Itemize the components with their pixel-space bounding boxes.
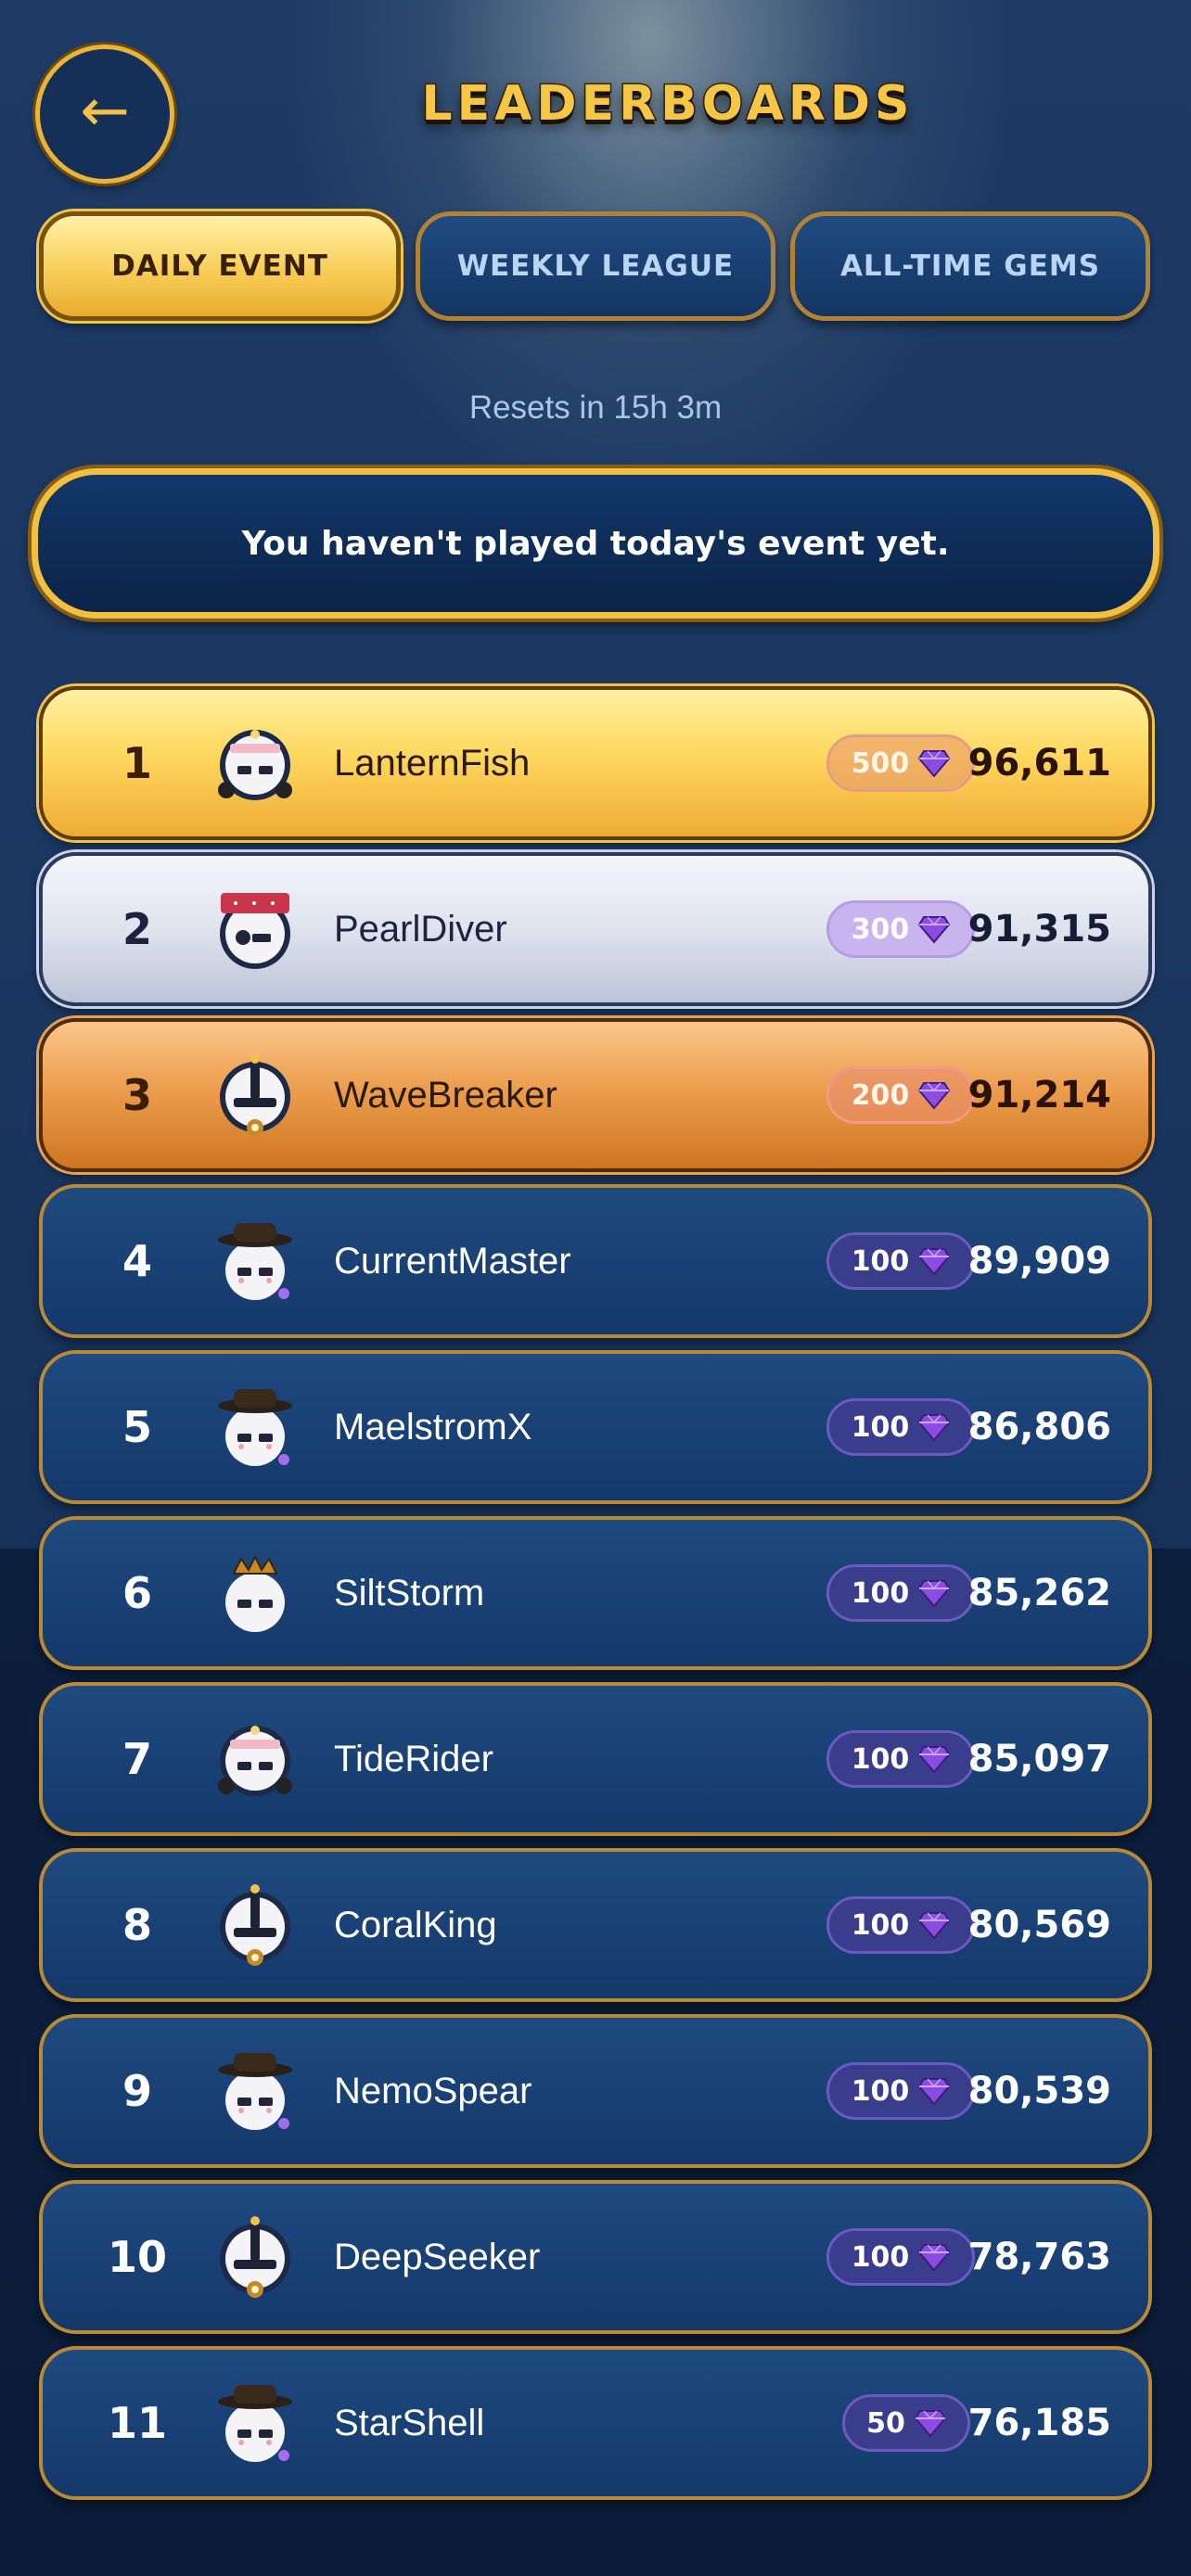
- avatar: [213, 1385, 297, 1469]
- rank-number: 1: [122, 738, 152, 788]
- player-name: SiltStorm: [334, 1572, 485, 1613]
- leaderboard-row[interactable]: 7 TideRider 100 85,097: [39, 1682, 1152, 1836]
- gem-reward-badge: 100: [826, 1398, 975, 1456]
- player-name: LanternFish: [334, 742, 531, 784]
- gem-reward-amount: 100: [851, 2074, 910, 2108]
- gem-reward-badge: 100: [826, 1896, 975, 1954]
- event-notice-banner: You haven't played today's event yet.: [32, 468, 1159, 618]
- player-score: 85,097: [967, 1738, 1111, 1780]
- rank-number: 10: [107, 2232, 167, 2282]
- gem-reward-badge: 300: [826, 900, 975, 958]
- avatar: [213, 1551, 297, 1635]
- player-score: 80,569: [967, 1904, 1111, 1946]
- gem-reward-amount: 100: [851, 2240, 910, 2274]
- leaderboard-row[interactable]: 10 DeepSeeker 100 78,763: [39, 2180, 1152, 2334]
- reset-timer: Resets in 15h 3m: [468, 389, 723, 426]
- leaderboard-row[interactable]: 3 WaveBreaker 200 91,214: [39, 1018, 1152, 1172]
- gem-reward-amount: 100: [851, 1244, 910, 1278]
- back-arrow-icon: ←: [80, 77, 130, 146]
- avatar: [213, 1717, 297, 1801]
- gem-reward-amount: 500: [851, 746, 910, 780]
- gem-reward-badge: 100: [826, 1232, 975, 1290]
- rank-number: 2: [122, 904, 152, 954]
- player-name: DeepSeeker: [334, 2236, 541, 2277]
- player-name: NemoSpear: [334, 2070, 532, 2111]
- gem-reward-badge: 100: [826, 2062, 975, 2120]
- gem-reward-amount: 100: [851, 1908, 910, 1942]
- gem-reward-amount: 100: [851, 1410, 910, 1444]
- leaderboard-row[interactable]: 9 NemoSpear 100 80,539: [39, 2014, 1152, 2168]
- gem-icon: [918, 1912, 951, 1939]
- tab-weekly-league[interactable]: WEEKLY LEAGUE: [416, 211, 775, 321]
- gem-icon: [918, 1580, 951, 1607]
- avatar: [213, 1053, 297, 1137]
- leaderboard-row[interactable]: 4 CurrentMaster 100 89,909: [39, 1184, 1152, 1338]
- back-button[interactable]: ←: [35, 45, 174, 184]
- player-score: 86,806: [967, 1406, 1111, 1448]
- gem-icon: [918, 1746, 951, 1773]
- player-name: TideRider: [334, 1738, 493, 1779]
- rank-number: 4: [122, 1236, 152, 1286]
- rank-number: 7: [122, 1734, 152, 1784]
- leaderboard-row[interactable]: 2 PearlDiver 300 91,315: [39, 852, 1152, 1006]
- gem-reward-amount: 200: [851, 1078, 910, 1112]
- avatar: [213, 2049, 297, 2133]
- gem-icon: [918, 2244, 951, 2271]
- gem-reward-badge: 500: [826, 734, 975, 792]
- avatar: [213, 1219, 297, 1303]
- gem-reward-amount: 300: [851, 912, 910, 946]
- gem-reward-amount: 100: [851, 1576, 910, 1610]
- gem-reward-badge: 50: [842, 2394, 970, 2452]
- tab-all-time-gems[interactable]: ALL-TIME GEMS: [790, 211, 1150, 321]
- avatar: [213, 2215, 297, 2299]
- player-name: PearlDiver: [334, 908, 507, 950]
- player-score: 91,315: [967, 908, 1111, 950]
- rank-number: 6: [122, 1568, 152, 1618]
- leaderboard-row[interactable]: 5 MaelstromX 100 86,806: [39, 1350, 1152, 1504]
- player-name: CurrentMaster: [334, 1240, 571, 1282]
- gem-icon: [914, 2410, 946, 2437]
- rank-number: 3: [122, 1070, 152, 1120]
- player-name: StarShell: [334, 2402, 485, 2443]
- player-score: 85,262: [967, 1572, 1111, 1614]
- gem-reward-badge: 100: [826, 1564, 975, 1622]
- player-score: 78,763: [967, 2236, 1111, 2278]
- leaderboard-row[interactable]: 6 SiltStorm 100 85,262: [39, 1516, 1152, 1670]
- avatar: [213, 887, 297, 971]
- avatar: [213, 2381, 297, 2465]
- gem-icon: [918, 1082, 951, 1109]
- page-title: LEADERBOARDS: [420, 75, 915, 134]
- gem-icon: [918, 1248, 951, 1275]
- player-name: WaveBreaker: [334, 1074, 557, 1116]
- gem-reward-badge: 100: [826, 1730, 975, 1788]
- gem-icon: [918, 2078, 951, 2105]
- gem-icon: [918, 916, 951, 943]
- gem-reward-amount: 100: [851, 1742, 910, 1776]
- gem-reward-amount: 50: [866, 2406, 905, 2440]
- gem-icon: [918, 1414, 951, 1441]
- player-score: 89,909: [967, 1240, 1111, 1282]
- rank-number: 9: [122, 2066, 152, 2116]
- player-score: 76,185: [967, 2402, 1111, 2444]
- tab-daily-event[interactable]: DAILY EVENT: [39, 211, 401, 321]
- rank-number: 5: [122, 1402, 152, 1452]
- player-score: 80,539: [967, 2070, 1111, 2112]
- player-score: 91,214: [967, 1074, 1111, 1116]
- gem-reward-badge: 100: [826, 2228, 975, 2286]
- avatar: [213, 1883, 297, 1967]
- rank-number: 8: [122, 1900, 152, 1950]
- gem-reward-badge: 200: [826, 1066, 975, 1124]
- gem-icon: [918, 750, 951, 777]
- leaderboard-row[interactable]: 1 LanternFish 500 96,611: [39, 686, 1152, 840]
- leaderboard-row[interactable]: 8 CoralKing 100 80,569: [39, 1848, 1152, 2002]
- rank-number: 11: [107, 2398, 167, 2448]
- player-name: CoralKing: [334, 1904, 497, 1945]
- player-name: MaelstromX: [334, 1406, 532, 1447]
- leaderboard-row[interactable]: 11 StarShell 50 76,185: [39, 2346, 1152, 2500]
- avatar: [213, 721, 297, 805]
- player-score: 96,611: [967, 742, 1111, 784]
